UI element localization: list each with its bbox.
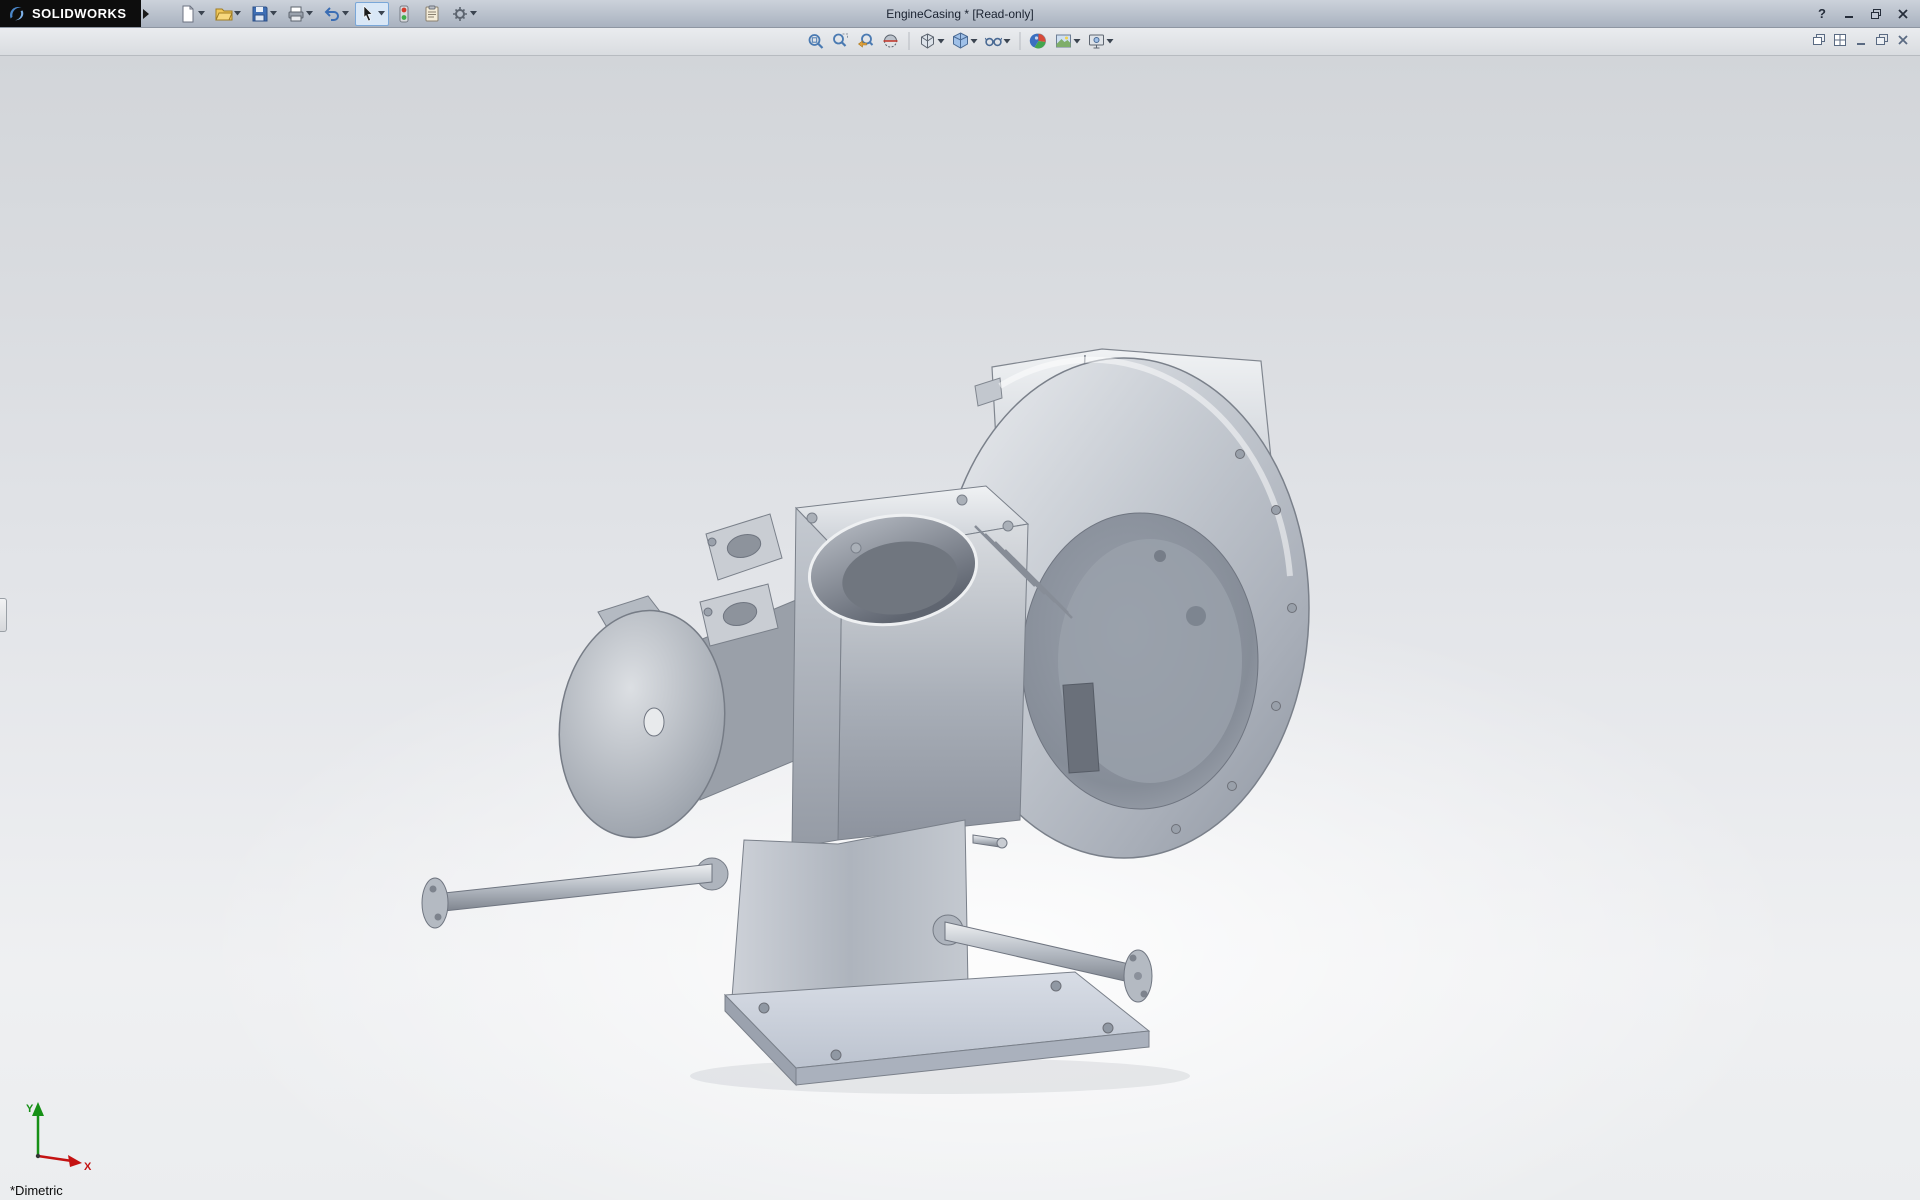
chevron-down-icon <box>198 11 205 16</box>
close-document-button[interactable] <box>1896 33 1910 52</box>
save-icon <box>251 5 269 23</box>
cascade-windows-icon <box>1812 33 1826 47</box>
zoom-to-area-button[interactable] <box>830 31 852 51</box>
chevron-down-icon <box>971 39 978 44</box>
document-window-controls <box>1812 33 1910 52</box>
print-icon <box>287 5 305 23</box>
pedestal-stand <box>696 820 968 998</box>
file-properties-button[interactable] <box>419 2 445 26</box>
toolbar-separator <box>1020 32 1021 50</box>
close-document-icon <box>1896 33 1910 47</box>
chevron-down-icon <box>270 11 277 16</box>
chevron-down-icon <box>470 11 477 16</box>
zoom-to-fit-icon <box>807 32 825 50</box>
orientation-label: *Dimetric <box>10 1183 63 1198</box>
solidworks-logo: SOLIDWORKS <box>0 0 141 27</box>
engine-casing-model[interactable] <box>0 56 1920 1200</box>
section-view-button[interactable] <box>880 31 902 51</box>
3ds-logo-icon <box>8 5 26 23</box>
edit-appearance-button[interactable] <box>1028 31 1050 51</box>
rebuild-traffic-light-icon <box>395 5 413 23</box>
previous-view-icon <box>857 32 875 50</box>
triad-y-label: Y <box>26 1103 34 1115</box>
chevron-down-icon <box>306 11 313 16</box>
view-orientation-button[interactable] <box>917 31 947 51</box>
carburetor-flanges <box>700 514 782 646</box>
pivot-pin <box>973 835 1007 848</box>
apply-scene-icon <box>1055 32 1073 50</box>
triad-y-arrowhead <box>32 1102 44 1116</box>
chevron-down-icon <box>938 39 945 44</box>
triad-x-axis <box>38 1156 72 1161</box>
minimize-icon <box>1843 8 1855 20</box>
select-button[interactable] <box>355 2 389 26</box>
open-folder-icon <box>215 5 233 23</box>
undo-icon <box>323 5 341 23</box>
title-bar: SOLIDWORKS <box>0 0 1920 28</box>
options-button[interactable] <box>447 2 481 26</box>
chevron-down-icon <box>342 11 349 16</box>
print-button[interactable] <box>283 2 317 26</box>
restore-button[interactable] <box>1865 4 1887 23</box>
new-document-button[interactable] <box>175 2 209 26</box>
close-icon <box>1897 8 1909 20</box>
edit-appearance-ball-icon <box>1030 32 1048 50</box>
chevron-down-icon <box>234 11 241 16</box>
triad-x-label: X <box>84 1161 92 1173</box>
toolbar-separator <box>909 32 910 50</box>
minimize-button[interactable] <box>1838 4 1860 23</box>
minimize-document-button[interactable] <box>1854 33 1868 52</box>
chevron-down-icon <box>1074 39 1081 44</box>
reference-triad: Y X <box>24 1098 96 1174</box>
window-controls: ? <box>1811 0 1914 27</box>
standard-toolbar <box>175 2 481 26</box>
hide-show-items-glasses-icon <box>985 32 1003 50</box>
open-button[interactable] <box>211 2 245 26</box>
options-gear-icon <box>451 5 469 23</box>
tile-windows-icon <box>1833 33 1847 47</box>
left-shaft <box>422 864 712 928</box>
view-settings-button[interactable] <box>1086 31 1116 51</box>
model-engine-casing[interactable] <box>422 349 1309 1094</box>
triad-x-arrowhead <box>68 1155 82 1167</box>
cascade-windows-button[interactable] <box>1812 33 1826 52</box>
save-button[interactable] <box>247 2 281 26</box>
zoom-to-fit-button[interactable] <box>805 31 827 51</box>
close-button[interactable] <box>1892 4 1914 23</box>
view-settings-icon <box>1088 32 1106 50</box>
menu-bar <box>0 28 1920 56</box>
new-document-icon <box>179 5 197 23</box>
chevron-down-icon <box>378 11 385 16</box>
brand-text: SOLIDWORKS <box>32 6 127 21</box>
previous-view-button[interactable] <box>855 31 877 51</box>
view-orientation-cube-icon <box>919 32 937 50</box>
restore-icon <box>1870 8 1882 20</box>
headsup-view-toolbar <box>805 31 1116 51</box>
select-cursor-icon <box>359 5 377 23</box>
chevron-down-icon <box>1004 39 1011 44</box>
display-style-button[interactable] <box>950 31 980 51</box>
logo-notch <box>143 9 149 19</box>
display-style-icon <box>952 32 970 50</box>
hide-show-items-button[interactable] <box>983 31 1013 51</box>
file-properties-icon <box>423 5 441 23</box>
restore-document-icon <box>1875 33 1889 47</box>
minimize-document-icon <box>1854 33 1868 47</box>
triad-origin <box>36 1154 40 1158</box>
undo-button[interactable] <box>319 2 353 26</box>
section-view-icon <box>882 32 900 50</box>
zoom-to-area-icon <box>832 32 850 50</box>
help-button[interactable]: ? <box>1811 4 1833 23</box>
tile-windows-button[interactable] <box>1833 33 1847 52</box>
featuremanager-splitter-tab[interactable] <box>0 598 7 632</box>
graphics-area[interactable]: Y X *Dimetric <box>0 56 1920 1200</box>
restore-document-button[interactable] <box>1875 33 1889 52</box>
chevron-down-icon <box>1107 39 1114 44</box>
clutch-cover-disc <box>545 596 796 848</box>
rebuild-button[interactable] <box>391 2 417 26</box>
apply-scene-button[interactable] <box>1053 31 1083 51</box>
